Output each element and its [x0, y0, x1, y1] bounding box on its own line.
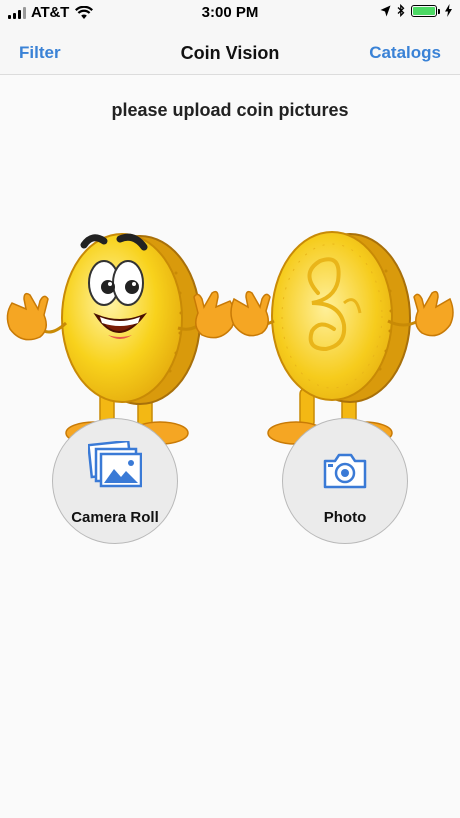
bluetooth-icon — [397, 4, 405, 17]
navigation-bar: Filter Coin Vision Catalogs — [0, 26, 460, 75]
status-bar: AT&T 3:00 PM — [0, 0, 460, 26]
coin-mascot-front — [6, 233, 236, 445]
coin-mascot-illustration — [6, 231, 454, 445]
coin-mascot-back — [230, 231, 454, 445]
camera-roll-label: Camera Roll — [71, 509, 159, 526]
photo-button[interactable]: Photo — [282, 418, 408, 544]
location-icon — [380, 5, 391, 16]
catalogs-button[interactable]: Catalogs — [369, 43, 441, 63]
camera-roll-button[interactable]: Camera Roll — [52, 418, 178, 544]
camera-icon — [323, 453, 367, 489]
main-content: please upload coin pictures Camera Roll … — [0, 75, 460, 818]
status-right — [380, 4, 452, 17]
battery-icon — [411, 4, 440, 17]
photo-label: Photo — [323, 509, 367, 526]
photo-library-icon — [88, 441, 142, 488]
upload-prompt: please upload coin pictures — [111, 100, 349, 120]
charging-icon — [445, 4, 452, 17]
